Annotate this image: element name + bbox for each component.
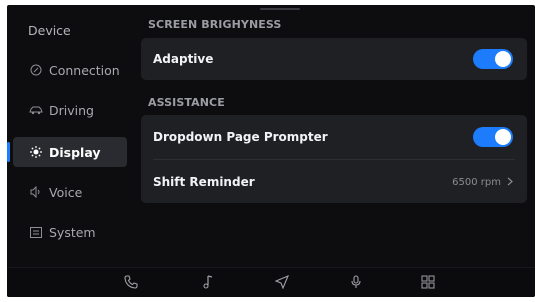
drag-handle[interactable] (260, 8, 300, 10)
dropdown-prompter-toggle[interactable] (473, 127, 513, 147)
chevron-right-icon (507, 176, 513, 189)
bottom-dock (7, 267, 535, 297)
sidebar-item-display[interactable]: Display (7, 137, 127, 167)
sidebar-item-device[interactable]: Device (13, 15, 127, 45)
active-indicator (7, 142, 10, 162)
sidebar: Device Connection Driving Display Voice … (7, 5, 129, 260)
car-icon (28, 105, 44, 115)
apps-grid-icon[interactable] (416, 270, 440, 294)
sidebar-item-label: Device (28, 22, 71, 38)
assistance-card: Dropdown Page Prompter Shift Reminder 65… (141, 115, 527, 203)
sidebar-item-label: Connection (49, 62, 120, 78)
sidebar-item-label: Display (49, 144, 101, 160)
section-header-screen-brightness: SCREEN BRIGHYNESS (148, 18, 282, 31)
voice-icon (28, 186, 44, 198)
adaptive-toggle[interactable] (473, 49, 513, 69)
adaptive-label: Adaptive (153, 52, 214, 66)
adaptive-row: Adaptive (141, 38, 527, 80)
shift-reminder-label: Shift Reminder (153, 175, 255, 189)
microphone-icon[interactable] (344, 270, 368, 294)
sidebar-item-label: System (49, 224, 96, 240)
toggle-knob (495, 129, 511, 145)
connection-icon (28, 64, 44, 76)
toggle-knob (495, 51, 511, 67)
sidebar-item-system[interactable]: System (13, 217, 127, 247)
section-header-assistance: ASSISTANCE (148, 96, 225, 109)
shift-reminder-row[interactable]: Shift Reminder 6500 rpm (141, 161, 527, 203)
sidebar-item-driving[interactable]: Driving (13, 95, 127, 125)
music-icon[interactable] (196, 270, 220, 294)
settings-screen: Device Connection Driving Display Voice … (7, 5, 535, 297)
brightness-icon (28, 146, 44, 158)
dropdown-prompter-label: Dropdown Page Prompter (153, 130, 328, 144)
sidebar-item-voice[interactable]: Voice (13, 177, 127, 207)
navigation-icon[interactable] (270, 270, 294, 294)
phone-icon[interactable] (119, 270, 143, 294)
system-icon (28, 226, 44, 238)
row-divider (153, 159, 515, 160)
brightness-card: Adaptive (141, 38, 527, 80)
sidebar-item-connection[interactable]: Connection (13, 55, 127, 85)
sidebar-item-label: Driving (49, 102, 94, 118)
shift-reminder-value: 6500 rpm (452, 176, 501, 188)
sidebar-item-label: Voice (49, 184, 83, 200)
dropdown-prompter-row: Dropdown Page Prompter (141, 116, 527, 158)
